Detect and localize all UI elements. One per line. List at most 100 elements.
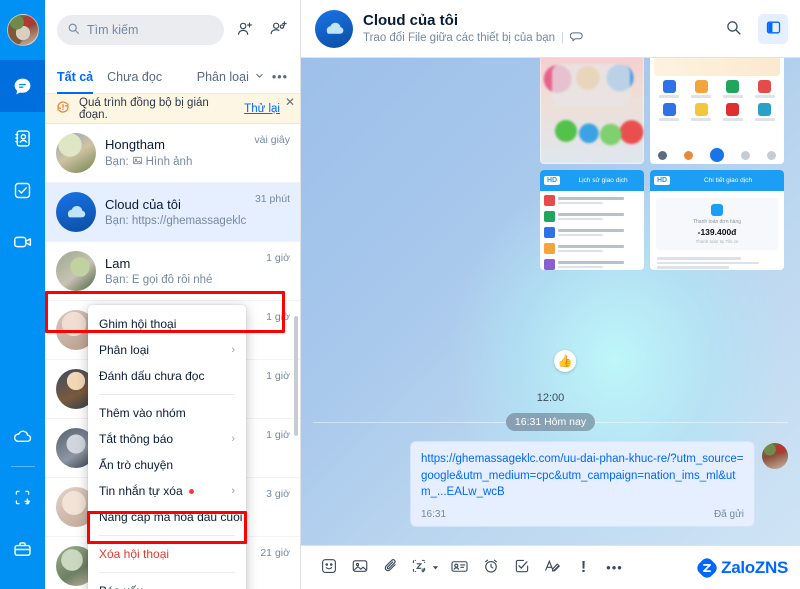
chevron-right-icon: › [231, 433, 235, 445]
image-icon [132, 155, 143, 169]
rail-item-todo[interactable] [0, 164, 45, 216]
gallery-timestamp: 12:00 [536, 392, 565, 404]
contact-card-icon [450, 557, 469, 579]
rail-item-video[interactable] [0, 216, 45, 268]
conversation-time: vài giây [254, 134, 290, 146]
gallery-thumb-history[interactable]: HD Lịch sử giao dịch [540, 170, 644, 270]
cloud-avatar-icon[interactable] [315, 9, 353, 48]
conversation-time: 21 giờ [260, 547, 290, 559]
brand-label: ZaloZNS [721, 557, 788, 577]
sticker-button[interactable] [313, 552, 344, 583]
gallery-thumb-zalopay[interactable] [650, 58, 784, 164]
tag-icon[interactable] [569, 31, 584, 46]
rail-item-contacts[interactable] [0, 112, 45, 164]
menu-label: Thêm vào nhóm [99, 406, 186, 420]
day-divider: 16:31 Hôm nay [301, 413, 800, 431]
chevron-right-icon: › [231, 344, 235, 356]
menu-item-auto-delete[interactable]: Tin nhắn tự xóa › [88, 478, 246, 504]
close-icon[interactable]: ✕ [285, 96, 295, 108]
menu-label: Nâng cấp mã hóa đầu cuối [99, 510, 243, 524]
category-filter[interactable]: Phân loại ••• [197, 70, 288, 84]
exclamation-icon: ! [580, 558, 587, 576]
message-bubble[interactable]: https://ghemassageklc.com/uu-dai-phan-kh… [410, 441, 755, 528]
rail-item-toolbox[interactable] [0, 523, 45, 575]
reminder-button[interactable] [475, 552, 506, 583]
chat-subtitle: Trao đổi File giữa các thiết bị của bạn [363, 32, 556, 44]
conversation-time: 1 giờ [266, 370, 290, 382]
conversation-time: 3 giờ [266, 488, 290, 500]
menu-item-delete-conversation[interactable]: Xóa hội thoại [88, 541, 246, 567]
list-item[interactable]: Hongtham Bạn: Hình ảnh vài giây [45, 124, 300, 183]
rail-avatar-container[interactable] [0, 0, 45, 60]
detail-note: Thanh toán tại Tiki.vn [695, 239, 739, 244]
side-panel-button[interactable] [758, 13, 788, 44]
user-avatar[interactable] [6, 14, 39, 46]
add-group-button[interactable] [266, 18, 290, 42]
tab-all[interactable]: Tất cả [57, 60, 94, 94]
menu-item-pin[interactable]: Ghim hội thoại [88, 311, 246, 337]
snippet-text: Hình ảnh [145, 156, 193, 168]
message-time: 16:31 [421, 509, 447, 521]
reaction-badge[interactable]: 👍 [554, 350, 576, 372]
page-title: Cloud của tôi [363, 11, 458, 29]
more-horizontal-icon[interactable]: ••• [272, 70, 288, 84]
menu-item-report[interactable]: Báo xấu [88, 578, 246, 589]
menu-separator [99, 394, 235, 395]
menu-label: Ẩn trò chuyện [99, 458, 174, 472]
conversation-context-menu[interactable]: Ghim hội thoại Phân loại › Đánh dấu chưa… [88, 305, 246, 589]
screenshot-button[interactable] [406, 552, 444, 583]
more-button[interactable]: ••• [599, 552, 630, 583]
outgoing-message[interactable]: https://ghemassageklc.com/uu-dai-phan-kh… [410, 441, 788, 528]
add-friend-button[interactable] [233, 18, 257, 42]
snippet-prefix: Bạn: [105, 156, 129, 168]
conversation-time: 1 giờ [266, 429, 290, 441]
sync-error-icon [55, 99, 71, 118]
menu-item-categorize[interactable]: Phân loại › [88, 337, 246, 363]
chat-header-meta: Cloud của tôi Trao đổi File giữa các thi… [363, 12, 708, 46]
search-placeholder: Tìm kiếm [87, 23, 139, 37]
format-button[interactable] [537, 552, 568, 583]
image-gallery-message[interactable]: HD Lịch sử giao dịch HD Chi tiết giao dị… [540, 58, 788, 372]
chat-search-button[interactable] [718, 14, 748, 44]
rail-item-screenshot[interactable] [0, 471, 45, 523]
sticker-smiley-icon [320, 557, 338, 578]
rail-item-cloud[interactable] [0, 410, 45, 462]
message-link[interactable]: https://ghemassageklc.com/uu-dai-phan-kh… [421, 451, 744, 501]
menu-item-add-to-group[interactable]: Thêm vào nhóm [88, 400, 246, 426]
detail-amount: -139.400đ [697, 227, 737, 237]
gallery-thumb-phone[interactable] [540, 58, 644, 164]
menu-item-mute[interactable]: Tắt thông báo › [88, 426, 246, 452]
conversation-snippet: Bạn: E gọi đồ rồi nhé [105, 274, 213, 286]
business-card-button[interactable] [444, 552, 475, 583]
search-input[interactable]: Tìm kiếm [57, 15, 224, 45]
conversation-text: Cloud của tôi Bạn: https://ghemassageklc… [105, 197, 246, 227]
menu-item-mark-unread[interactable]: Đánh dấu chưa đọc [88, 363, 246, 389]
hd-badge: HD [654, 176, 671, 185]
chat-messages-area[interactable]: HD Lịch sử giao dịch HD Chi tiết giao dị… [301, 58, 800, 545]
attach-button[interactable] [375, 552, 406, 583]
subtitle-divider: | [561, 32, 565, 44]
poll-button[interactable] [506, 552, 537, 583]
gallery-thumb-detail[interactable]: HD Chi tiết giao dịch Thanh toán đơn hàn… [650, 170, 784, 270]
zalo-window: Tìm kiếm Tất cả Chưa đọc Phân loại ••• Q… [0, 0, 800, 589]
add-group-icon [269, 19, 288, 41]
conversation-scrollbar[interactable] [294, 124, 299, 589]
menu-label: Tắt thông báo [99, 432, 174, 446]
urgent-button[interactable]: ! [568, 552, 599, 583]
avatar [56, 133, 96, 173]
sync-retry-link[interactable]: Thử lại [244, 103, 280, 115]
list-item[interactable]: Lam Bạn: E gọi đồ rồi nhé 1 giờ [45, 242, 300, 301]
avatar [762, 443, 788, 469]
category-label: Phân loại [196, 69, 249, 84]
menu-item-hide-chat[interactable]: Ẩn trò chuyện [88, 452, 246, 478]
menu-label: Tin nhắn tự xóa [99, 484, 183, 498]
conversation-snippet: Bạn: Hình ảnh [105, 155, 245, 169]
menu-item-upgrade-e2ee[interactable]: Nâng cấp mã hóa đầu cuối [88, 504, 246, 530]
scrollbar-thumb[interactable] [294, 316, 298, 436]
rail-nav-items [0, 60, 45, 268]
menu-label: Đánh dấu chưa đọc [99, 369, 205, 383]
tab-unread[interactable]: Chưa đọc [107, 60, 162, 94]
rail-item-chat[interactable] [0, 60, 45, 112]
image-button[interactable] [344, 552, 375, 583]
list-item[interactable]: Cloud của tôi Bạn: https://ghemassageklc… [45, 183, 300, 242]
